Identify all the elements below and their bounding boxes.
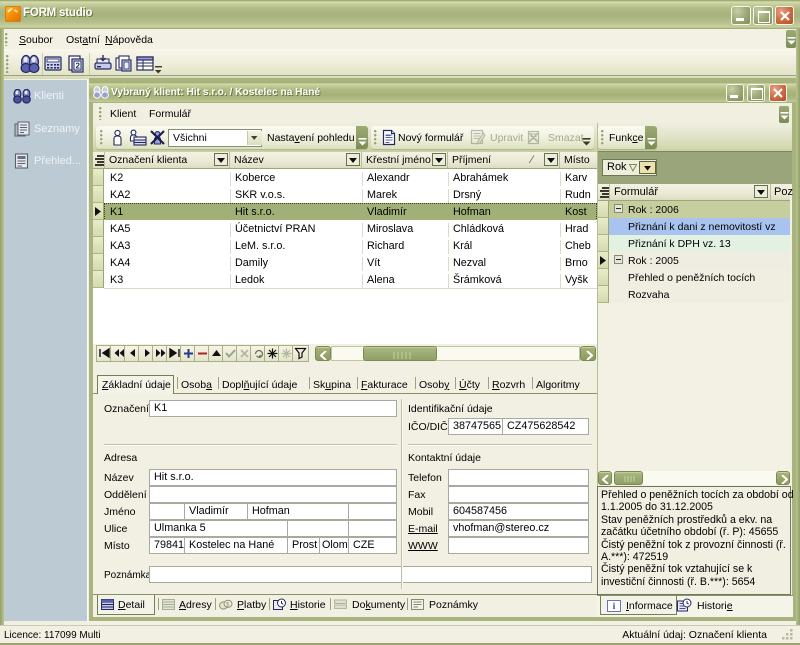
svg-text:2: 2 — [76, 62, 81, 71]
